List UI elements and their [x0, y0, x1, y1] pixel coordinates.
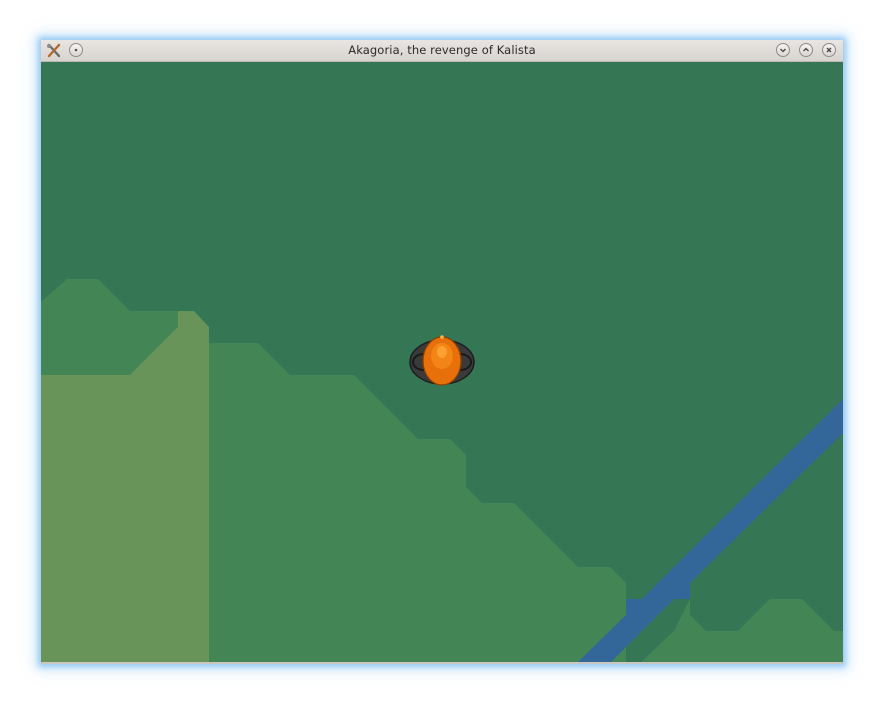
chevron-down-icon — [780, 48, 786, 53]
window-bottom-border — [41, 662, 843, 664]
window-titlebar[interactable]: Akagoria, the revenge of Kalista — [41, 40, 843, 62]
minimize-button[interactable] — [776, 43, 790, 57]
close-button[interactable] — [822, 43, 836, 57]
game-map — [41, 62, 843, 662]
window-title: Akagoria, the revenge of Kalista — [348, 43, 536, 57]
chevron-up-icon — [803, 47, 809, 52]
game-viewport[interactable] — [41, 62, 843, 662]
maximize-button[interactable] — [799, 43, 813, 57]
game-window: Akagoria, the revenge of Kalista — [41, 40, 843, 664]
close-x-icon — [826, 47, 832, 53]
